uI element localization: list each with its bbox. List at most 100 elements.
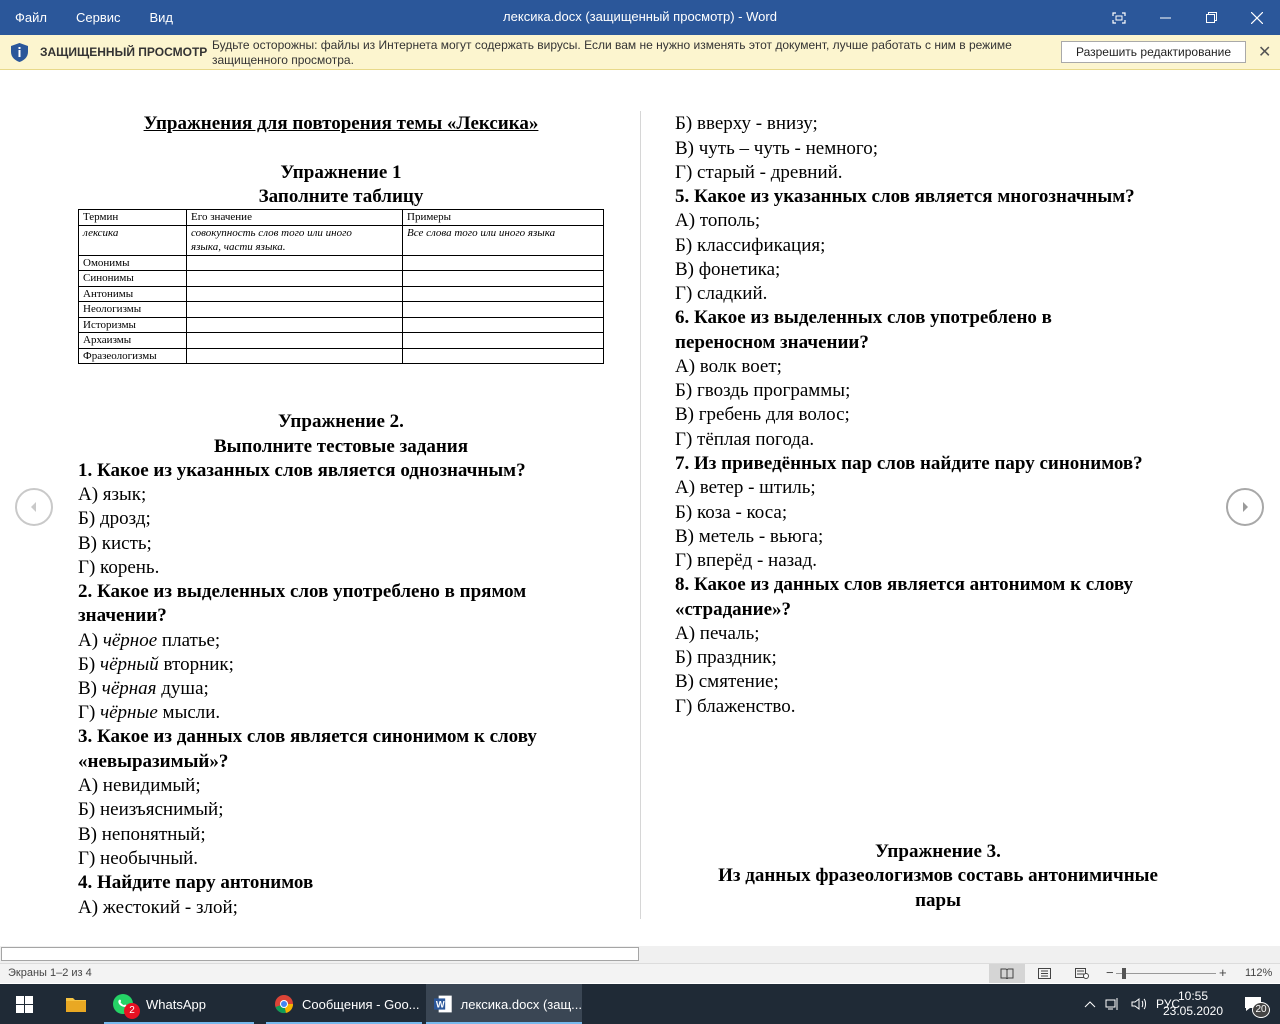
table-cell: Все слова того или иного языка [402,224,604,256]
question-5: 5. Какое из указанных слов является мног… [675,186,1135,207]
table-header-cell: Его значение [186,209,403,226]
table-cell: Архаизмы [78,332,187,349]
taskbar-file-explorer[interactable] [52,984,100,1024]
answer-option: А) невидимый; [78,775,201,796]
answer-option: Г) блаженство. [675,696,796,717]
answer-option: Б) коза - коса; [675,502,788,523]
table-row: Фразеологизмы [78,347,604,364]
table-header-cell: Примеры [402,209,604,226]
print-layout-button[interactable] [1026,964,1062,983]
question-3: 3. Какое из данных слов является синоним… [78,726,537,747]
clock-time: 10:55 [1177,989,1209,1003]
scrollbar-thumb[interactable] [1,947,639,961]
answer-option: Г) тёплая погода. [675,429,815,450]
fullscreen-icon [1112,11,1126,24]
answer-option: В) метель - вьюга; [675,526,824,547]
menu-file[interactable]: Файл [15,10,47,25]
restore-icon [1205,12,1217,23]
menu-bar: Файл Сервис Вид [0,0,187,35]
folder-icon [66,998,86,1012]
svg-text:W: W [436,1000,445,1010]
answer-option: Б) гвоздь программы; [675,380,851,401]
restore-button[interactable] [1188,0,1234,35]
answer-option: А) ветер - штиль; [675,477,816,498]
chrome-icon [275,995,294,1014]
minimize-button[interactable] [1142,0,1188,35]
table-cell: совокупность слов того или иного языка, ч… [186,224,403,256]
zoom-out-button[interactable]: − [1106,965,1114,980]
terms-table: Термин Его значение Примеры лексика сово… [78,209,604,364]
taskbar-whatsapp[interactable]: 2 WhatsApp [104,984,254,1024]
title-bar: Файл Сервис Вид лексика.docx (защищенный… [0,0,1280,35]
answer-option: А) жестокий - злой; [78,897,238,918]
table-row: Неологизмы [78,301,604,318]
document-heading: Упражнения для повторения темы «Лексика» [143,113,539,134]
table-row: Синонимы [78,270,604,287]
web-layout-icon [1075,968,1089,979]
answer-option: Г) необычный. [78,848,199,869]
chevron-up-icon [1084,1001,1096,1008]
taskbar-chrome[interactable]: Сообщения - Goo... [266,984,422,1024]
table-cell: Антонимы [78,285,187,302]
answer-option: А) волк воет; [675,356,782,377]
windows-icon [15,995,33,1013]
answer-option: Б) вверху - внизу; [675,113,818,134]
fullscreen-button[interactable] [1096,0,1142,35]
enable-editing-button[interactable]: Разрешить редактирование [1061,41,1246,63]
table-row: Антонимы [78,285,604,302]
horizontal-scrollbar[interactable] [0,946,1280,963]
action-center-button[interactable]: 20 [1238,984,1270,1024]
zoom-in-button[interactable]: + [1219,965,1227,980]
taskbar: 2 WhatsApp Сообщения - Goo... W лексика.… [0,984,1280,1024]
zoom-level[interactable]: 112% [1245,967,1272,979]
answer-option: Г) вперёд - назад. [675,550,818,571]
question-3-cont: «невыразимый»? [78,751,229,772]
menu-tools[interactable]: Сервис [76,10,121,25]
table-row: лексика совокупность слов того или иного… [78,224,604,256]
answer-option: А) тополь; [675,210,761,231]
exercise-3-task: Из данных фразеологизмов составь антоним… [718,865,1158,886]
network-button[interactable] [1103,984,1123,1024]
protected-view-message: Будьте осторожны: файлы из Интернета мог… [212,38,1012,67]
question-7: 7. Из приведённых пар слов найдите пару … [675,453,1143,474]
answer-option: Г) корень. [78,557,160,578]
question-6: 6. Какое из выделенных слов употреблено … [675,307,1052,328]
answer-option: В) чуть – чуть - немного; [675,138,879,159]
table-cell: Фразеологизмы [78,347,187,364]
taskbar-word[interactable]: W лексика.docx (защ... [426,984,582,1024]
exercise-2-title: Упражнение 2. [278,411,404,432]
table-cell: Омонимы [78,254,187,271]
volume-button[interactable] [1129,984,1149,1024]
read-mode-button[interactable] [989,964,1025,983]
close-bar-icon[interactable]: ✕ [1258,42,1271,62]
tray-overflow-button[interactable] [1080,984,1100,1024]
zoom-slider-thumb[interactable] [1122,968,1126,979]
start-button[interactable] [0,984,48,1024]
answer-option: Б) классификация; [675,235,826,256]
minimize-icon [1159,17,1171,19]
answer-option: Г) чёрные мысли. [78,702,221,723]
answer-option: В) кисть; [78,533,152,554]
web-layout-button[interactable] [1064,964,1100,983]
answer-option: А) язык; [78,484,147,505]
question-8-cont: «страдание»? [675,599,792,620]
question-1: 1. Какое из указанных слов является одно… [78,460,526,481]
menu-view[interactable]: Вид [150,10,174,25]
table-row: Историзмы [78,316,604,333]
answer-option: В) смятение; [675,671,779,692]
zoom-slider[interactable] [1116,973,1216,974]
answer-option: А) чёрное платье; [78,630,221,651]
clock[interactable]: 10:55 23.05.2020 [1163,984,1223,1024]
answer-option: В) фонетика; [675,259,781,280]
page-counter: Экраны 1–2 из 4 [8,967,92,979]
taskbar-app-label: Сообщения - Goo... [302,996,420,1012]
word-icon: W [434,995,452,1013]
document-area: Упражнения для повторения темы «Лексика»… [0,71,1280,946]
notification-badge: 2 [124,1003,140,1019]
taskbar-app-label: WhatsApp [146,996,206,1012]
answer-option: В) гребень для волос; [675,404,850,425]
close-button[interactable] [1234,0,1280,35]
right-page: Б) вверху - внизу; В) чуть – чуть - немн… [640,71,1280,946]
shield-info-icon [11,43,28,62]
notification-count: 20 [1252,1002,1270,1018]
